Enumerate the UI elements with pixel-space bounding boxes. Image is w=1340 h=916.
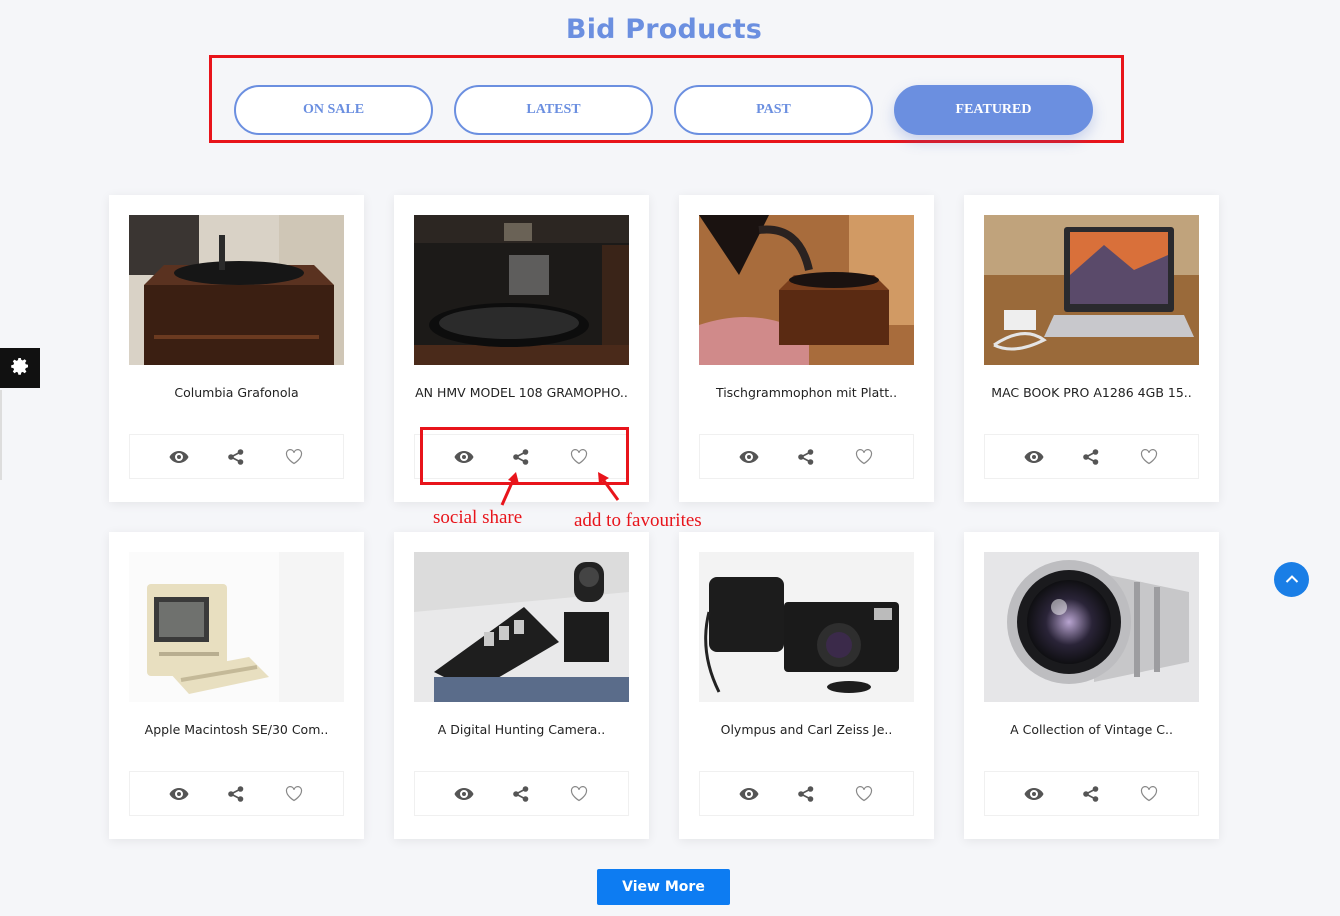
tab-latest[interactable]: LATEST	[454, 85, 653, 135]
heart-icon[interactable]	[283, 783, 305, 805]
product-card: MAC BOOK PRO A1286 4GB 15..	[964, 195, 1219, 502]
product-image[interactable]	[129, 215, 344, 365]
product-title[interactable]: Columbia Grafonola	[119, 385, 354, 400]
product-image[interactable]	[414, 552, 629, 702]
tab-on-sale[interactable]: ON SALE	[234, 85, 433, 135]
product-image[interactable]	[129, 552, 344, 702]
product-title[interactable]: MAC BOOK PRO A1286 4GB 15..	[974, 385, 1209, 400]
product-image[interactable]	[984, 215, 1199, 365]
section-title: Bid Products	[565, 14, 763, 45]
product-image[interactable]	[699, 215, 914, 365]
product-card: Apple Macintosh SE/30 Com..	[109, 532, 364, 839]
product-card: A Digital Hunting Camera..	[394, 532, 649, 839]
share-icon[interactable]	[510, 783, 532, 805]
heart-icon[interactable]	[568, 783, 590, 805]
product-card: Columbia Grafonola	[109, 195, 364, 502]
scroll-to-top-button[interactable]	[1274, 562, 1309, 597]
product-actions	[984, 434, 1199, 479]
share-icon[interactable]	[795, 446, 817, 468]
product-title[interactable]: A Collection of Vintage C..	[974, 722, 1209, 737]
product-card: Tischgrammophon mit Platt..	[679, 195, 934, 502]
heart-icon[interactable]	[853, 783, 875, 805]
annotation-social-share: social share	[433, 507, 523, 528]
filter-tabs: ON SALE LATEST PAST FEATURED	[234, 85, 1093, 135]
product-title[interactable]: A Digital Hunting Camera..	[404, 722, 639, 737]
side-strip	[0, 390, 2, 480]
product-title[interactable]: Olympus and Carl Zeiss Je..	[689, 722, 924, 737]
product-title[interactable]: AN HMV MODEL 108 GRAMOPHO..	[404, 385, 639, 400]
product-actions	[699, 434, 914, 479]
product-image[interactable]	[414, 215, 629, 365]
heart-icon[interactable]	[568, 446, 590, 468]
view-more-button[interactable]: View More	[597, 869, 730, 905]
share-icon[interactable]	[225, 446, 247, 468]
product-title[interactable]: Tischgrammophon mit Platt..	[689, 385, 924, 400]
share-icon[interactable]	[1080, 446, 1102, 468]
product-image[interactable]	[699, 552, 914, 702]
annotation-arrows	[500, 472, 620, 506]
heart-icon[interactable]	[283, 446, 305, 468]
product-actions	[129, 434, 344, 479]
heart-icon[interactable]	[853, 446, 875, 468]
product-image[interactable]	[984, 552, 1199, 702]
gear-icon	[10, 356, 30, 381]
tab-past[interactable]: PAST	[674, 85, 873, 135]
eye-icon[interactable]	[738, 446, 760, 468]
settings-button[interactable]	[0, 348, 40, 388]
chevron-up-icon	[1285, 571, 1299, 589]
product-card: A Collection of Vintage C..	[964, 532, 1219, 839]
share-icon[interactable]	[795, 783, 817, 805]
eye-icon[interactable]	[168, 446, 190, 468]
product-title[interactable]: Apple Macintosh SE/30 Com..	[119, 722, 354, 737]
eye-icon[interactable]	[168, 783, 190, 805]
product-card: AN HMV MODEL 108 GRAMOPHO..	[394, 195, 649, 502]
product-actions	[984, 771, 1199, 816]
share-icon[interactable]	[225, 783, 247, 805]
product-card: Olympus and Carl Zeiss Je..	[679, 532, 934, 839]
eye-icon[interactable]	[453, 783, 475, 805]
eye-icon[interactable]	[1023, 446, 1045, 468]
product-actions	[699, 771, 914, 816]
product-actions	[414, 771, 629, 816]
eye-icon[interactable]	[453, 446, 475, 468]
eye-icon[interactable]	[738, 783, 760, 805]
product-actions	[129, 771, 344, 816]
annotation-add-to-favourites: add to favourites	[574, 510, 702, 531]
heart-icon[interactable]	[1138, 446, 1160, 468]
share-icon[interactable]	[1080, 783, 1102, 805]
tab-featured[interactable]: FEATURED	[894, 85, 1093, 135]
eye-icon[interactable]	[1023, 783, 1045, 805]
heart-icon[interactable]	[1138, 783, 1160, 805]
share-icon[interactable]	[510, 446, 532, 468]
